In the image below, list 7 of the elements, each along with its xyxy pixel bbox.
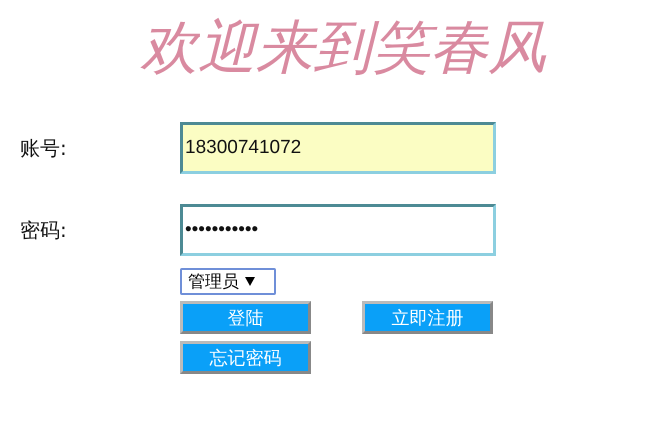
welcome-title: 欢迎来到笑春风	[139, 12, 548, 83]
password-field[interactable]: •••••••••••	[180, 204, 496, 256]
role-dropdown[interactable]: 管理员	[180, 268, 276, 295]
account-field[interactable]: 18300741072	[180, 122, 496, 174]
field-label: 密码:	[19, 216, 68, 244]
field-label: 账号:	[19, 134, 68, 162]
caret-icon	[245, 277, 255, 286]
